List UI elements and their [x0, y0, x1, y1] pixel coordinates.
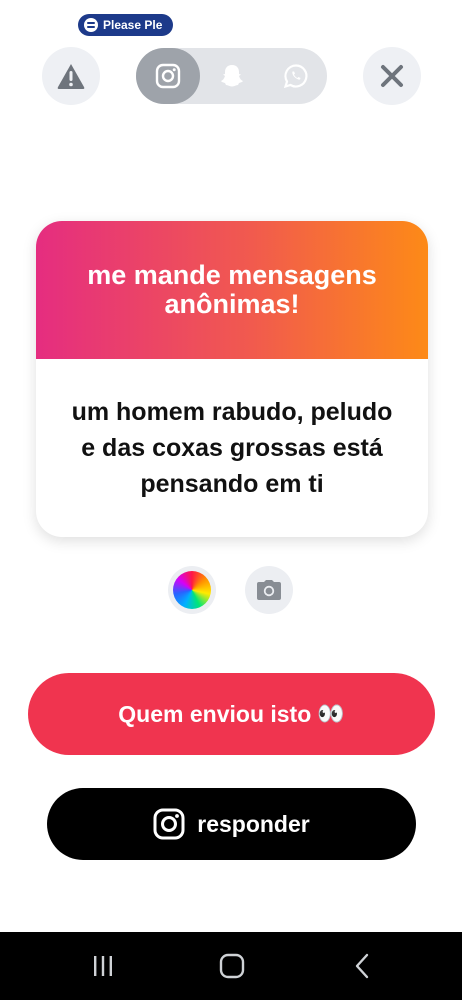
snapchat-icon — [221, 65, 243, 87]
share-snapchat-button[interactable] — [200, 48, 264, 104]
close-icon — [381, 65, 403, 87]
spotify-icon — [84, 18, 98, 32]
recent-apps-icon — [94, 956, 112, 976]
back-button[interactable] — [342, 948, 382, 984]
card-header: me mande mensagens anônimas! — [36, 221, 428, 359]
share-instagram-button[interactable] — [136, 48, 200, 104]
reply-label: responder — [197, 810, 310, 837]
system-navigation-bar — [0, 932, 462, 1000]
close-button[interactable] — [363, 47, 421, 105]
color-wheel-icon — [173, 571, 211, 609]
media-notification-pill[interactable]: Please Ple — [78, 14, 173, 36]
reply-button[interactable]: responder — [47, 788, 416, 860]
warning-icon — [57, 64, 85, 89]
who-sent-button[interactable]: Quem enviou isto 👀 — [28, 673, 435, 755]
message-card: me mande mensagens anônimas! um homem ra… — [36, 221, 428, 537]
home-icon — [219, 953, 245, 979]
back-icon — [355, 953, 369, 979]
home-button[interactable] — [212, 948, 252, 984]
whatsapp-icon — [283, 64, 308, 89]
anonymous-message-text: um homem rabudo, peludo e das coxas gros… — [71, 398, 393, 498]
camera-icon — [257, 580, 281, 600]
share-platform-selector — [136, 48, 327, 104]
eyes-emoji: 👀 — [317, 701, 345, 727]
camera-button[interactable] — [245, 566, 293, 614]
media-notification-text: Please Ple — [103, 18, 163, 32]
instagram-icon — [153, 808, 185, 840]
who-sent-label: Quem enviou isto — [118, 700, 312, 727]
instagram-icon — [155, 63, 181, 89]
recent-apps-button[interactable] — [83, 948, 123, 984]
color-picker-button[interactable] — [168, 566, 216, 614]
share-whatsapp-button[interactable] — [264, 48, 328, 104]
report-button[interactable] — [42, 47, 100, 105]
